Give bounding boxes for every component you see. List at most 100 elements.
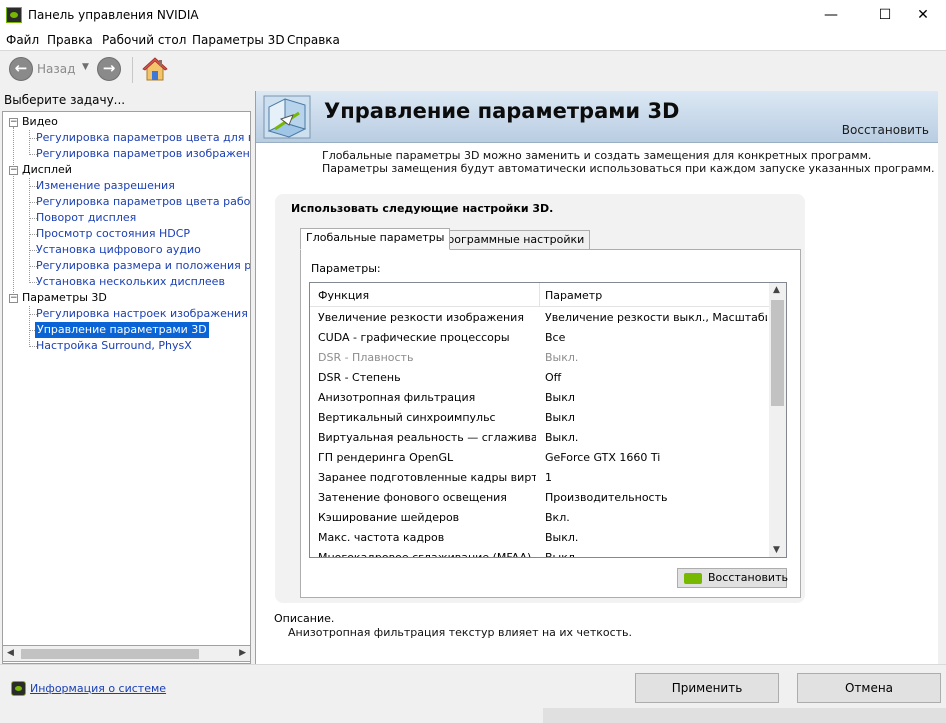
setting-value[interactable]: Выкл.: [545, 351, 767, 364]
setting-name: Анизотропная фильтрация: [318, 391, 476, 404]
setting-value[interactable]: Выкл.: [545, 531, 767, 544]
setting-value[interactable]: Производительность: [545, 491, 767, 504]
menu-edit[interactable]: Правка: [47, 33, 93, 47]
setting-value[interactable]: Все: [545, 331, 767, 344]
description-label: Описание.: [274, 612, 335, 625]
tree-item-surround-physx[interactable]: Настройка Surround, PhysX: [36, 338, 192, 354]
table-row[interactable]: Макс. частота кадров Выкл.: [310, 528, 771, 548]
table-row[interactable]: Вертикальный синхроимпульс Выкл: [310, 408, 771, 428]
tree-item-desktop-color[interactable]: Регулировка параметров цвета рабочего ст…: [36, 194, 250, 210]
back-dropdown-icon[interactable]: ▼: [82, 62, 89, 72]
menu-desktop[interactable]: Рабочий стол: [102, 33, 186, 47]
setting-value[interactable]: 1: [545, 471, 767, 484]
setting-name: ГП рендеринга OpenGL: [318, 451, 454, 464]
tree-horizontal-scrollbar[interactable]: ◀ ▶: [2, 645, 251, 662]
restore-button-label: Восстановить: [708, 571, 788, 584]
restore-button[interactable]: Восстановить: [677, 568, 788, 588]
settings-table: Функция Параметр Увеличение резкости изо…: [309, 282, 787, 558]
tree-item-manage-3d[interactable]: Управление параметрами 3D: [35, 322, 209, 338]
tree-item-rotate-display[interactable]: Поворот дисплея: [36, 210, 136, 226]
table-row[interactable]: Увеличение резкости изображения Увеличени…: [310, 308, 771, 328]
setting-value[interactable]: Выкл: [545, 391, 767, 404]
column-header-value[interactable]: Параметр: [545, 289, 602, 302]
table-row[interactable]: Многокадровое сглаживание (MFAA) Выкл.: [310, 548, 771, 558]
table-row[interactable]: DSR - Плавность Выкл.: [310, 348, 771, 368]
menu-bar: Файл Правка Рабочий стол Параметры 3D Сп…: [0, 30, 946, 50]
table-row[interactable]: ГП рендеринга OpenGL GeForce GTX 1660 Ti: [310, 448, 771, 468]
tab-program-settings[interactable]: Программные настройки: [433, 230, 591, 250]
page-title: Управление параметрами 3D: [324, 99, 680, 123]
collapse-icon[interactable]: −: [9, 118, 18, 127]
close-button[interactable]: ✕: [900, 0, 946, 30]
table-header: Функция Параметр: [310, 283, 771, 307]
collapse-icon[interactable]: −: [9, 294, 18, 303]
tab-panel: Параметры: Функция Параметр Увеличение р…: [300, 249, 801, 598]
scroll-thumb[interactable]: [21, 649, 199, 659]
toolbar-separator: [132, 57, 133, 83]
cancel-button[interactable]: Отмена: [797, 673, 941, 703]
table-row[interactable]: Кэширование шейдеров Вкл.: [310, 508, 771, 528]
collapse-icon[interactable]: −: [9, 166, 18, 175]
tree-item-video-image[interactable]: Регулировка параметров изображения для в…: [36, 146, 250, 162]
setting-value[interactable]: Выкл: [545, 411, 767, 424]
tree-item-digital-audio[interactable]: Установка цифрового аудио: [36, 242, 201, 258]
setting-name: Затенение фонового освещения: [318, 491, 507, 504]
tree-item-video-color[interactable]: Регулировка параметров цвета для видео: [36, 130, 250, 146]
table-row[interactable]: Анизотропная фильтрация Выкл: [310, 388, 771, 408]
table-row[interactable]: DSR - Степень Off: [310, 368, 771, 388]
back-button-label[interactable]: Назад: [37, 62, 75, 76]
setting-name: Виртуальная реальность — сглаживан...: [318, 431, 536, 444]
tree-item-desktop-size[interactable]: Регулировка размера и положения рабочего…: [36, 258, 250, 274]
setting-value[interactable]: Выкл.: [545, 431, 767, 444]
column-header-function[interactable]: Функция: [318, 289, 369, 302]
menu-help[interactable]: Справка: [287, 33, 340, 47]
tree-item-multiple-displays[interactable]: Установка нескольких дисплеев: [36, 274, 225, 290]
scroll-left-icon[interactable]: ◀: [7, 648, 14, 658]
setting-name: Кэширование шейдеров: [318, 511, 460, 524]
scroll-down-icon[interactable]: ▼: [773, 545, 780, 555]
forward-arrow-icon[interactable]: →: [97, 57, 121, 81]
home-icon[interactable]: [142, 56, 168, 82]
restore-defaults-link[interactable]: Восстановить: [842, 123, 929, 137]
system-info-link[interactable]: Информация о системе: [30, 682, 166, 695]
tab-global-settings[interactable]: Глобальные параметры: [300, 228, 451, 250]
content-vertical-scrollbar[interactable]: [938, 91, 946, 664]
nvidia-logo-icon: [684, 573, 702, 584]
setting-value[interactable]: GeForce GTX 1660 Ti: [545, 451, 767, 464]
setting-value[interactable]: Увеличение резкости выкл., Масштабир...: [545, 311, 767, 324]
tree-item-hdcp[interactable]: Просмотр состояния HDCP: [36, 226, 190, 242]
apply-button[interactable]: Применить: [635, 673, 779, 703]
title-bar: Панель управления NVIDIA — ☐ ✕: [0, 0, 946, 30]
nvidia-control-panel-window: Панель управления NVIDIA — ☐ ✕ Файл Прав…: [0, 0, 946, 723]
tree-category-video[interactable]: Видео: [22, 114, 58, 130]
page-header: Управление параметрами 3D Восстановить: [256, 91, 946, 143]
page-description: Глобальные параметры 3D можно заменить и…: [322, 149, 935, 175]
scroll-up-icon[interactable]: ▲: [773, 285, 780, 295]
table-row[interactable]: CUDA - графические процессоры Все: [310, 328, 771, 348]
setting-name: Макс. частота кадров: [318, 531, 445, 544]
setting-name: DSR - Степень: [318, 371, 401, 384]
scroll-right-icon[interactable]: ▶: [239, 648, 246, 658]
table-row[interactable]: Виртуальная реальность — сглаживан... Вык…: [310, 428, 771, 448]
table-vertical-scrollbar[interactable]: ▲ ▼: [769, 283, 786, 557]
setting-value[interactable]: Вкл.: [545, 511, 767, 524]
setting-name: Многокадровое сглаживание (MFAA): [318, 551, 532, 558]
tree-category-3d[interactable]: Параметры 3D: [22, 290, 107, 306]
setting-value[interactable]: Off: [545, 371, 767, 384]
minimize-button[interactable]: —: [808, 0, 854, 30]
tree-item-change-resolution[interactable]: Изменение разрешения: [36, 178, 175, 194]
setting-name: DSR - Плавность: [318, 351, 414, 364]
scroll-thumb[interactable]: [771, 300, 784, 406]
table-row[interactable]: Затенение фонового освещения Производител…: [310, 488, 771, 508]
tree-category-display[interactable]: Дисплей: [22, 162, 72, 178]
menu-file[interactable]: Файл: [6, 33, 39, 47]
menu-3d-settings[interactable]: Параметры 3D: [192, 33, 285, 47]
tree-item-image-preview[interactable]: Регулировка настроек изображения с просм…: [36, 306, 250, 322]
column-separator: [539, 283, 540, 307]
setting-value[interactable]: Выкл.: [545, 551, 767, 557]
table-row[interactable]: Заранее подготовленные кадры вирту... 1: [310, 468, 771, 488]
back-arrow-icon[interactable]: ←: [9, 57, 33, 81]
system-info-icon[interactable]: [11, 681, 26, 696]
settings-heading: Использовать следующие настройки 3D.: [291, 202, 554, 215]
tree-line: [29, 306, 30, 345]
